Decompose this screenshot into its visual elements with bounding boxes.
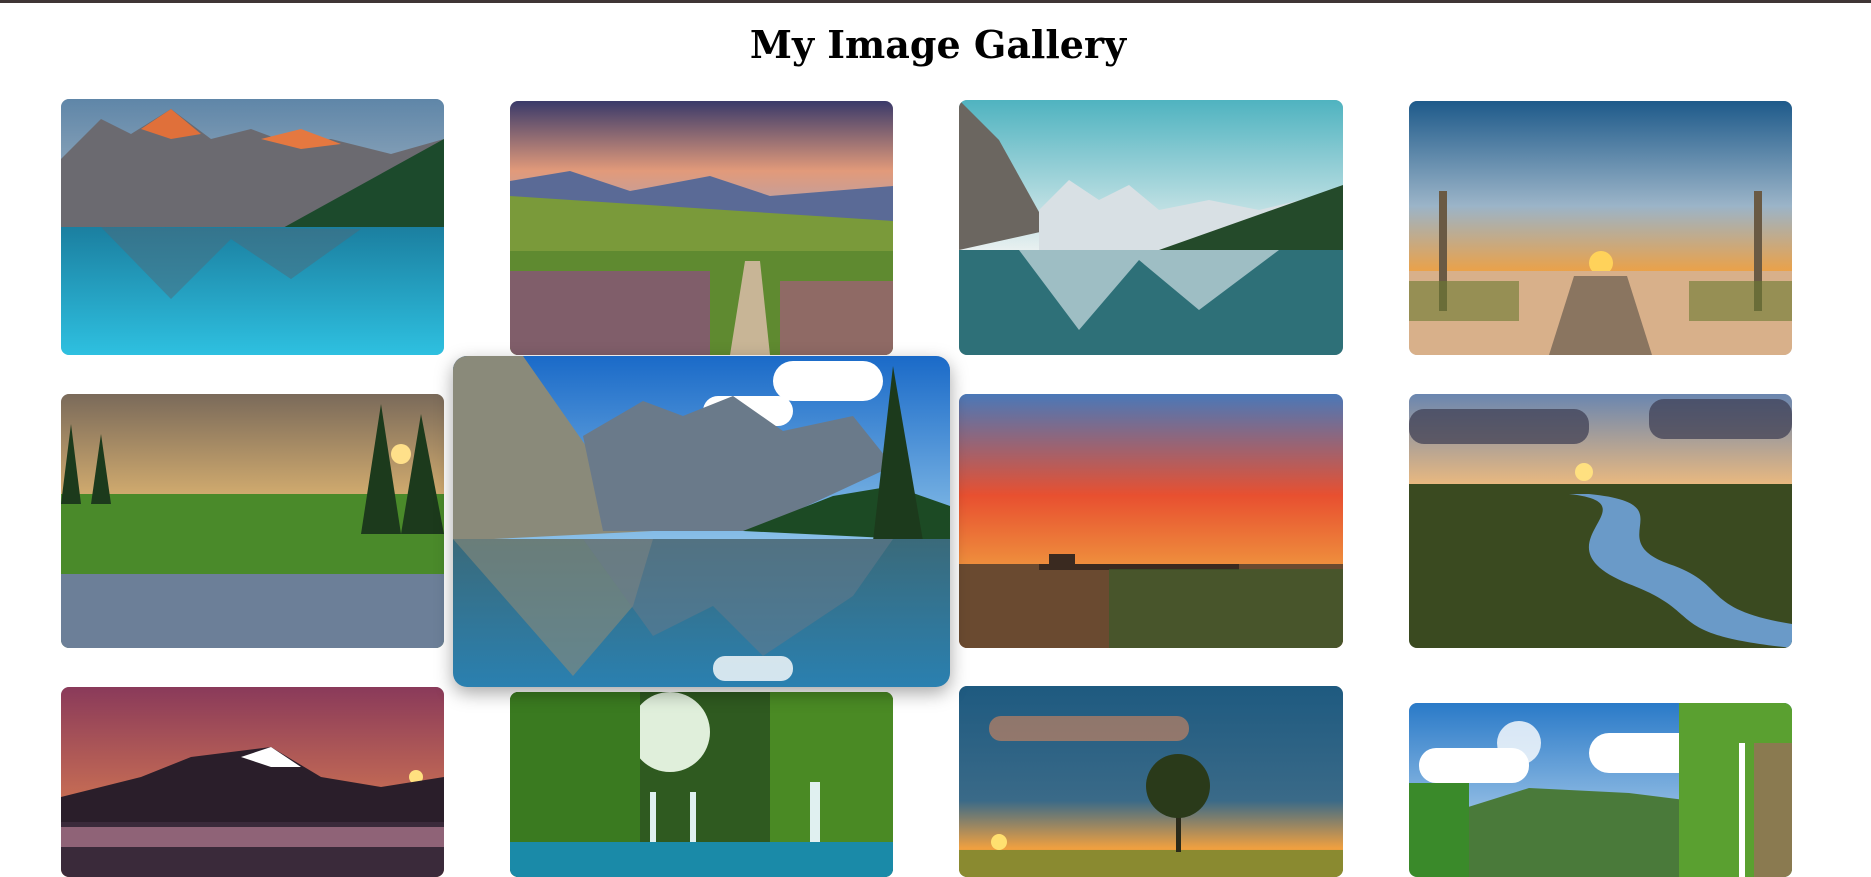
- flower-meadow-path-icon: [510, 101, 893, 355]
- snow-peak-twilight-icon: [61, 687, 444, 877]
- gallery-image-alpine-lake[interactable]: [453, 356, 950, 687]
- glacier-lake-reflection-icon: [959, 100, 1343, 355]
- wildflower-forest-sunset-icon: [61, 394, 444, 648]
- gallery-image-mountain-lake[interactable]: [61, 99, 444, 355]
- image-gallery: [0, 0, 1871, 877]
- gallery-image-lone-tree[interactable]: [959, 686, 1343, 877]
- gallery-image-flower-meadow[interactable]: [510, 101, 893, 355]
- gallery-image-boardwalk-beach[interactable]: [1409, 101, 1792, 355]
- gallery-image-jungle-waterfall[interactable]: [1409, 703, 1792, 877]
- jungle-waterfall-valley-icon: [1409, 703, 1792, 877]
- mountain-lake-sunrise-icon: [61, 99, 444, 355]
- lone-tree-sunset-icon: [959, 686, 1343, 877]
- gallery-image-snow-peak[interactable]: [61, 687, 444, 877]
- gallery-image-forest-waterfalls[interactable]: [510, 692, 893, 877]
- lake-pier-orange-sunset-icon: [959, 394, 1343, 648]
- gallery-image-river-marsh[interactable]: [1409, 394, 1792, 648]
- boardwalk-beach-sunset-icon: [1409, 101, 1792, 355]
- gallery-image-wildflower-forest[interactable]: [61, 394, 444, 648]
- river-marsh-sunset-icon: [1409, 394, 1792, 648]
- forest-waterfalls-icon: [510, 692, 893, 877]
- alpine-lake-reflection-icon: [453, 356, 950, 687]
- gallery-image-glacier-lake[interactable]: [959, 100, 1343, 355]
- gallery-image-lake-pier[interactable]: [959, 394, 1343, 648]
